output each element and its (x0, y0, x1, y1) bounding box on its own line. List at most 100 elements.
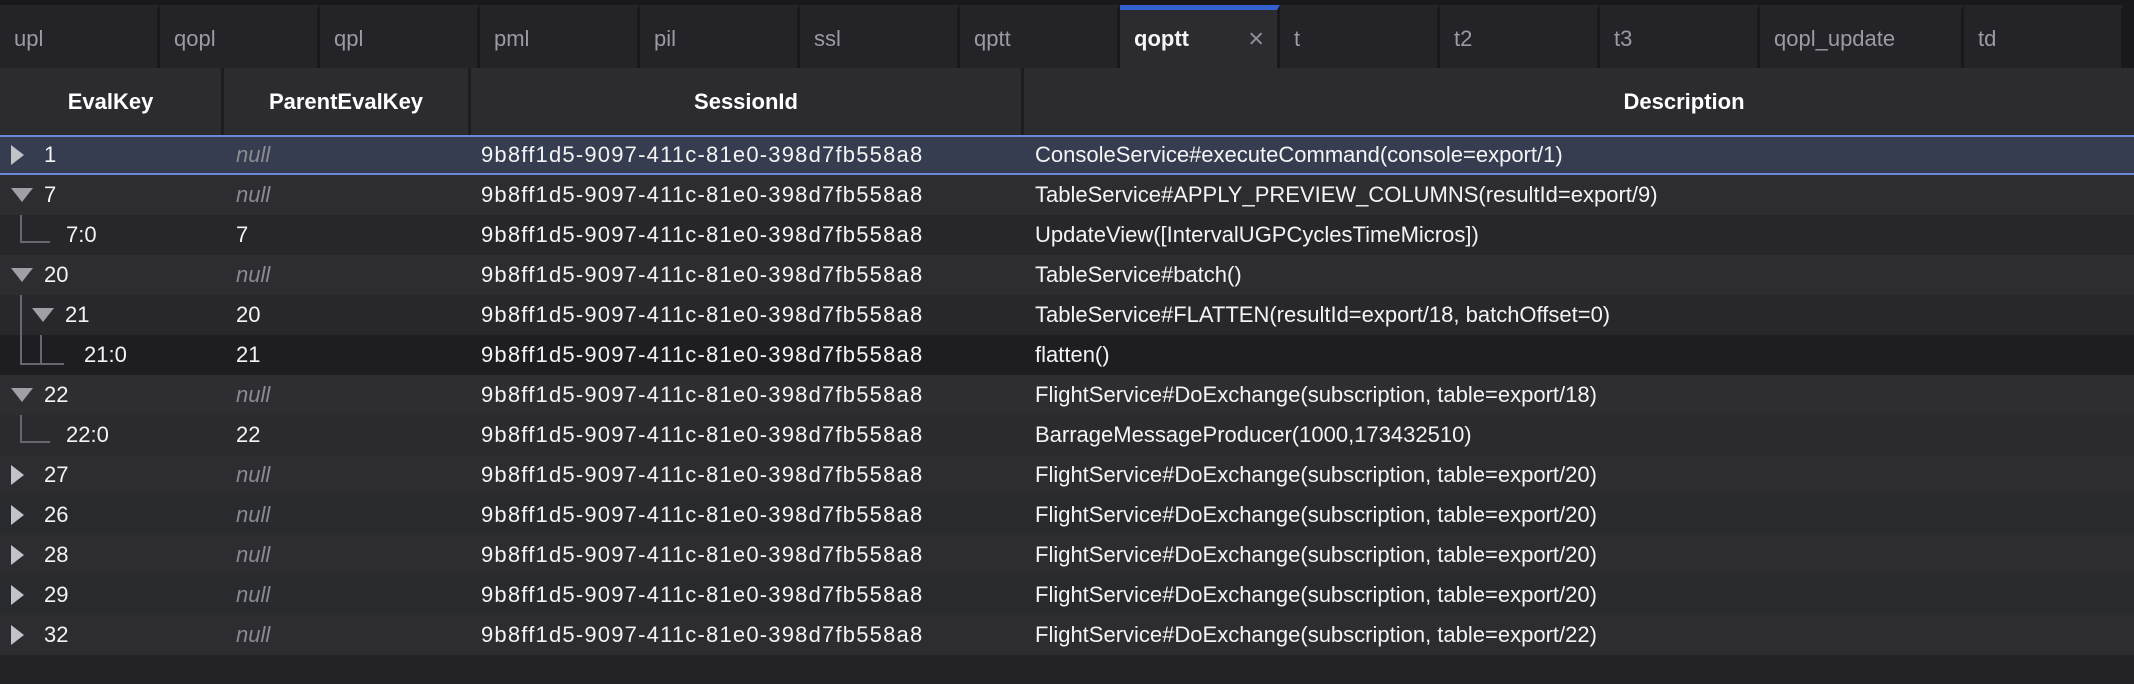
evalkey-value: 28 (44, 542, 68, 568)
parent-evalkey-cell: 21 (224, 335, 471, 375)
parent-value: 20 (236, 302, 260, 328)
tab-label: qpl (334, 26, 363, 52)
column-header-evalkey[interactable]: EvalKey (0, 68, 224, 135)
parent-value: 22 (236, 422, 260, 448)
tab-close-icon[interactable]: × (1248, 26, 1264, 53)
column-header-parentevalkey[interactable]: ParentEvalKey (224, 68, 471, 135)
expand-arrow-icon[interactable] (11, 465, 24, 485)
tab-qopl_update[interactable]: qopl_update (1760, 5, 1964, 68)
evalkey-value: 32 (44, 622, 68, 648)
description-value: FlightService#DoExchange(subscription, t… (1035, 382, 1597, 408)
tab-td[interactable]: td (1964, 5, 2124, 68)
tab-qoptt[interactable]: qoptt × (1120, 5, 1280, 68)
session-value: 9b8ff1d5-9097-411c-81e0-398d7fb558a8 (481, 462, 923, 488)
session-value: 9b8ff1d5-9097-411c-81e0-398d7fb558a8 (481, 502, 923, 528)
session-id-cell: 9b8ff1d5-9097-411c-81e0-398d7fb558a8 (471, 175, 1024, 215)
tab-qptt[interactable]: qptt (960, 5, 1120, 68)
tab-t2[interactable]: t2 (1440, 5, 1600, 68)
tab-label: t (1294, 26, 1300, 52)
table-row[interactable]: 7:0 7 9b8ff1d5-9097-411c-81e0-398d7fb558… (0, 215, 2134, 255)
parent-evalkey-cell: null (224, 615, 471, 655)
parent-value: null (236, 262, 270, 288)
session-value: 9b8ff1d5-9097-411c-81e0-398d7fb558a8 (481, 222, 923, 248)
description-cell: UpdateView([IntervalUGPCyclesTimeMicros]… (1024, 215, 2134, 255)
collapse-arrow-icon[interactable] (11, 388, 33, 402)
tree-guide-line (40, 335, 42, 365)
table-row[interactable]: 32 null 9b8ff1d5-9097-411c-81e0-398d7fb5… (0, 615, 2134, 655)
tab-qpl[interactable]: qpl (320, 5, 480, 68)
description-cell: TableService#APPLY_PREVIEW_COLUMNS(resul… (1024, 175, 2134, 215)
tab-label: ssl (814, 26, 841, 52)
parent-value: null (236, 622, 270, 648)
column-header-sessionid[interactable]: SessionId (471, 68, 1024, 135)
table-empty-area (0, 655, 2134, 684)
tree-guide-line (20, 415, 22, 443)
expand-arrow-icon[interactable] (11, 505, 24, 525)
session-id-cell: 9b8ff1d5-9097-411c-81e0-398d7fb558a8 (471, 295, 1024, 335)
tab-pml[interactable]: pml (480, 5, 640, 68)
evalkey-cell: 22:0 (0, 415, 224, 455)
parent-value: null (236, 542, 270, 568)
table-row[interactable]: 28 null 9b8ff1d5-9097-411c-81e0-398d7fb5… (0, 535, 2134, 575)
table-row[interactable]: 21:0 21 9b8ff1d5-9097-411c-81e0-398d7fb5… (0, 335, 2134, 375)
evalkey-cell: 21 (0, 295, 224, 335)
session-id-cell: 9b8ff1d5-9097-411c-81e0-398d7fb558a8 (471, 255, 1024, 295)
evalkey-cell: 29 (0, 575, 224, 615)
table-row[interactable]: 27 null 9b8ff1d5-9097-411c-81e0-398d7fb5… (0, 455, 2134, 495)
session-id-cell: 9b8ff1d5-9097-411c-81e0-398d7fb558a8 (471, 495, 1024, 535)
description-cell: BarrageMessageProducer(1000,173432510) (1024, 415, 2134, 455)
evalkey-value: 22 (44, 382, 68, 408)
session-value: 9b8ff1d5-9097-411c-81e0-398d7fb558a8 (481, 382, 923, 408)
table-row[interactable]: 22:0 22 9b8ff1d5-9097-411c-81e0-398d7fb5… (0, 415, 2134, 455)
tab-qopl[interactable]: qopl (160, 5, 320, 68)
tree-guide-line (20, 241, 50, 243)
parent-value: null (236, 582, 270, 608)
tab-label: qopl_update (1774, 26, 1895, 52)
tab-label: pil (654, 26, 676, 52)
parent-value: null (236, 502, 270, 528)
table-row[interactable]: 20 null 9b8ff1d5-9097-411c-81e0-398d7fb5… (0, 255, 2134, 295)
collapse-arrow-icon[interactable] (32, 308, 54, 322)
table-row[interactable]: 26 null 9b8ff1d5-9097-411c-81e0-398d7fb5… (0, 495, 2134, 535)
evalkey-cell: 7 (0, 175, 224, 215)
table-header-row: EvalKey ParentEvalKey SessionId Descript… (0, 68, 2134, 135)
evalkey-cell: 20 (0, 255, 224, 295)
session-value: 9b8ff1d5-9097-411c-81e0-398d7fb558a8 (481, 542, 923, 568)
evalkey-value: 27 (44, 462, 68, 488)
session-value: 9b8ff1d5-9097-411c-81e0-398d7fb558a8 (481, 422, 923, 448)
session-id-cell: 9b8ff1d5-9097-411c-81e0-398d7fb558a8 (471, 137, 1024, 173)
table-body: 1 null 9b8ff1d5-9097-411c-81e0-398d7fb55… (0, 135, 2134, 655)
expand-arrow-icon[interactable] (11, 145, 24, 165)
collapse-arrow-icon[interactable] (11, 268, 33, 282)
evalkey-cell: 21:0 (0, 335, 224, 375)
tab-upl[interactable]: upl (0, 5, 160, 68)
table-row[interactable]: 1 null 9b8ff1d5-9097-411c-81e0-398d7fb55… (0, 135, 2134, 175)
table-row[interactable]: 22 null 9b8ff1d5-9097-411c-81e0-398d7fb5… (0, 375, 2134, 415)
parent-value: null (236, 142, 270, 168)
parent-evalkey-cell: null (224, 137, 471, 173)
parent-evalkey-cell: null (224, 535, 471, 575)
session-value: 9b8ff1d5-9097-411c-81e0-398d7fb558a8 (481, 182, 923, 208)
collapse-arrow-icon[interactable] (11, 188, 33, 202)
evalkey-value: 7:0 (66, 222, 97, 248)
tab-t[interactable]: t (1280, 5, 1440, 68)
expand-arrow-icon[interactable] (11, 585, 24, 605)
tab-pil[interactable]: pil (640, 5, 800, 68)
evalkey-value: 21:0 (84, 342, 127, 368)
expand-arrow-icon[interactable] (11, 545, 24, 565)
tab-t3[interactable]: t3 (1600, 5, 1760, 68)
table-row[interactable]: 29 null 9b8ff1d5-9097-411c-81e0-398d7fb5… (0, 575, 2134, 615)
description-cell: TableService#batch() (1024, 255, 2134, 295)
table-row[interactable]: 21 20 9b8ff1d5-9097-411c-81e0-398d7fb558… (0, 295, 2134, 335)
column-header-description[interactable]: Description (1024, 68, 2134, 135)
expand-arrow-icon[interactable] (11, 625, 24, 645)
evalkey-cell: 26 (0, 495, 224, 535)
tab-ssl[interactable]: ssl (800, 5, 960, 68)
description-cell: ConsoleService#executeCommand(console=ex… (1024, 137, 2134, 173)
description-value: TableService#batch() (1035, 262, 1242, 288)
parent-evalkey-cell: null (224, 575, 471, 615)
tab-label: td (1978, 26, 1996, 52)
evalkey-cell: 22 (0, 375, 224, 415)
table-row[interactable]: 7 null 9b8ff1d5-9097-411c-81e0-398d7fb55… (0, 175, 2134, 215)
description-value: ConsoleService#executeCommand(console=ex… (1035, 142, 1563, 168)
